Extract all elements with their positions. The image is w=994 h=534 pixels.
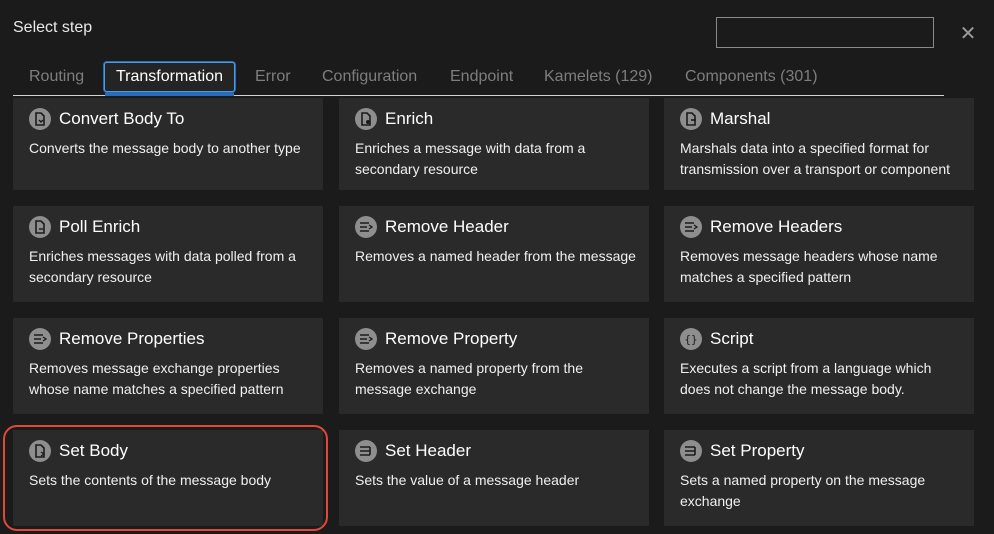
card-description: Sets the value of a message header xyxy=(355,472,580,488)
remove-lines-icon xyxy=(29,328,51,350)
card-description: Sets a named property on the message exc… xyxy=(680,472,926,509)
step-card-set-body[interactable]: Set Body Sets the contents of the message… xyxy=(13,430,323,526)
card-title: Marshal xyxy=(710,109,771,128)
step-card-remove-properties[interactable]: Remove Properties Removes message exchang… xyxy=(13,318,323,414)
tab-configuration[interactable]: Configuration xyxy=(322,62,417,92)
step-card-set-header[interactable]: Set Header Sets the value of a message he… xyxy=(339,430,649,526)
set-lines-icon xyxy=(680,440,702,462)
tab-routing[interactable]: Routing xyxy=(29,62,84,92)
tab-transformation[interactable]: Transformation xyxy=(104,62,235,96)
card-title: Remove Headers xyxy=(710,217,843,236)
card-header: Convert Body To xyxy=(29,108,184,130)
remove-lines-icon xyxy=(355,328,377,350)
card-header: Remove Header xyxy=(355,216,509,238)
document-poll-icon xyxy=(29,216,51,238)
card-header: Poll Enrich xyxy=(29,216,140,238)
card-title: Remove Property xyxy=(385,329,518,348)
remove-lines-icon xyxy=(680,216,702,238)
card-description: Removes a named header from the message xyxy=(355,248,636,264)
tab-components[interactable]: Components (301) xyxy=(685,62,818,92)
braces-icon: {} xyxy=(680,328,702,350)
card-title: Convert Body To xyxy=(59,109,185,128)
step-card-remove-header[interactable]: Remove Header Removes a named header from… xyxy=(339,206,649,302)
set-lines-icon xyxy=(355,440,377,462)
card-header: Remove Property xyxy=(355,328,517,350)
card-title: Set Property xyxy=(710,441,805,460)
card-title: Set Header xyxy=(385,441,471,460)
card-description: Converts the message body to another typ… xyxy=(29,140,301,156)
card-header: Enrich xyxy=(355,108,433,130)
card-description: Marshals data into a specified format fo… xyxy=(680,140,951,177)
card-header: Set Body xyxy=(29,440,128,462)
card-header: {} Script xyxy=(680,328,753,350)
card-title: Script xyxy=(710,329,754,348)
card-header: Remove Properties xyxy=(29,328,205,350)
dialog-title: Select step xyxy=(13,19,93,36)
tab-bar: Routing Transformation Error Configurati… xyxy=(13,62,944,96)
step-card-marshal[interactable]: Marshal Marshals data into a specified fo… xyxy=(664,98,974,190)
tab-endpoint[interactable]: Endpoint xyxy=(450,62,513,92)
card-description: Executes a script from a language which … xyxy=(680,360,932,397)
card-title: Remove Properties xyxy=(59,329,205,348)
document-enrich-icon xyxy=(355,108,377,130)
document-convert-icon xyxy=(29,108,51,130)
tab-error[interactable]: Error xyxy=(255,62,291,92)
step-card-convert-body-to[interactable]: Convert Body To Converts the message body… xyxy=(13,98,323,190)
search-input[interactable] xyxy=(716,17,934,48)
card-description: Removes message headers whose name match… xyxy=(680,248,938,285)
close-icon[interactable]: ✕ xyxy=(958,24,978,44)
remove-lines-icon xyxy=(355,216,377,238)
card-description: Removes message exchange properties whos… xyxy=(29,360,284,397)
card-header: Set Header xyxy=(355,440,471,462)
card-title: Remove Header xyxy=(385,217,509,236)
document-marshal-icon xyxy=(680,108,702,130)
card-description: Enriches a message with data from a seco… xyxy=(355,140,586,177)
step-card-poll-enrich[interactable]: Poll Enrich Enriches messages with data p… xyxy=(13,206,323,302)
card-title: Enrich xyxy=(385,109,434,128)
step-card-set-property[interactable]: Set Property Sets a named property on the… xyxy=(664,430,974,526)
svg-text:{}: {} xyxy=(684,333,697,345)
card-header: Set Property xyxy=(680,440,805,462)
document-set-icon xyxy=(29,440,51,462)
card-description: Sets the contents of the message body xyxy=(29,472,272,488)
card-title: Poll Enrich xyxy=(59,217,141,236)
card-header: Marshal xyxy=(680,108,770,130)
step-card-enrich[interactable]: Enrich Enriches a message with data from … xyxy=(339,98,649,190)
card-title: Set Body xyxy=(59,441,128,460)
step-card-remove-headers[interactable]: Remove Headers Removes message headers wh… xyxy=(664,206,974,302)
card-description: Enriches messages with data polled from … xyxy=(29,248,296,285)
step-card-script[interactable]: {} Script Executes a script from a languag… xyxy=(664,318,974,414)
card-header: Remove Headers xyxy=(680,216,842,238)
step-card-remove-property[interactable]: Remove Property Removes a named property … xyxy=(339,318,649,414)
card-description: Removes a named property from the messag… xyxy=(355,360,583,397)
tab-kamelets[interactable]: Kamelets (129) xyxy=(544,62,653,92)
